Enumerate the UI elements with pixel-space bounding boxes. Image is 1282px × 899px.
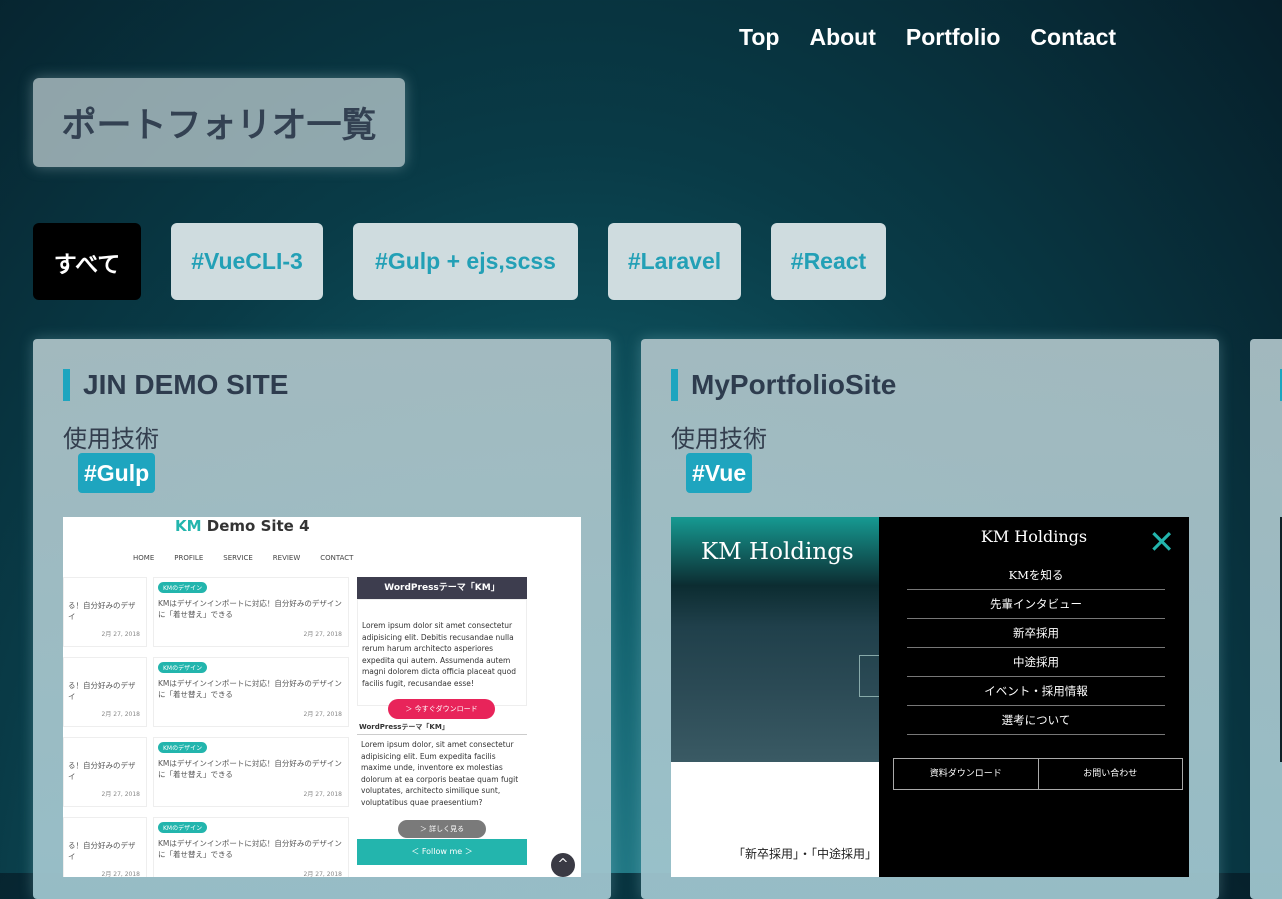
preview-post-card: KMのデザイン KMはデザインインポートに対応！自分好みのデザインに「着せ替え」で… xyxy=(153,577,349,647)
preview-post-card: る！自分好みのデザイ 2月 27, 2018 xyxy=(63,737,147,807)
global-nav: Top About Portfolio Contact xyxy=(739,24,1116,51)
tech-tag[interactable]: #Vue xyxy=(686,453,753,493)
preview-post-text: KMはデザインインポートに対応！自分好みのデザインに「着せ替え」できる xyxy=(158,759,342,779)
portfolio-card-jin[interactable]: JIN DEMO SITE 使用技術 #Gulp KM Demo Site 4 … xyxy=(33,339,611,899)
preview-contact-button: お問い合わせ xyxy=(1037,759,1183,789)
preview-lorem: Lorem ipsum dolor sit amet consectetur a… xyxy=(357,599,527,706)
filter-react-button[interactable]: #React xyxy=(771,223,886,300)
filter-vuecli-button[interactable]: #VueCLI-3 xyxy=(171,223,323,300)
preview-drawer-item: 選考について xyxy=(907,706,1165,735)
preview-hero-frame xyxy=(859,655,880,697)
portfolio-card-partial[interactable] xyxy=(1250,339,1282,899)
page-title: ポートフォリオ一覧 xyxy=(61,106,377,146)
preview-more-button: ＞ 詳しく見る xyxy=(398,820,486,838)
site-preview-image[interactable]: KM Holdings 「新卒採用」・「中途採用」 KM Holdings ✕ … xyxy=(671,517,1189,877)
tech-label: 使用技術 xyxy=(671,425,767,453)
preview-drawer-item: 先輩インタビュー xyxy=(907,590,1165,619)
page-title-box: ポートフォリオ一覧 xyxy=(33,78,405,167)
preview-post-date: 2月 27, 2018 xyxy=(101,791,140,798)
preview-download-button: ＞ 今すぐダウンロード xyxy=(388,699,495,719)
nav-about-link[interactable]: About xyxy=(809,24,875,51)
preview-drawer-title: KM Holdings xyxy=(980,527,1088,546)
card-title: MyPortfolioSite xyxy=(671,369,896,401)
preview-post-text: る！自分好みのデザイ xyxy=(68,681,136,701)
preview-post-date: 2月 27, 2018 xyxy=(101,871,140,877)
preview-hero: KM Holdings xyxy=(671,517,880,762)
preview-post-card: KMのデザイン KMはデザインインポートに対応！自分好みのデザインに「着せ替え」で… xyxy=(153,817,349,877)
preview-menu-item: CONTACT xyxy=(320,554,354,562)
preview-post-text: る！自分好みのデザイ xyxy=(68,761,136,781)
preview-sidebar: WordPressテーマ「KM」 Lorem ipsum dolor sit a… xyxy=(357,577,527,812)
preview-follow-button: ＜ Follow me ＞ xyxy=(357,839,527,865)
preview-menu: HOME PROFILE SERVICE REVIEW CONTACT xyxy=(133,554,353,562)
preview-drawer-item: 新卒採用 xyxy=(907,619,1165,648)
preview-drawer-menu: KM Holdings ✕ KMを知る 先輩インタビュー 新卒採用 中途採用 イ… xyxy=(879,517,1189,877)
close-icon: ✕ xyxy=(1148,523,1175,561)
preview-brand: KM Holdings xyxy=(701,539,854,565)
preview-menu-item: SERVICE xyxy=(223,554,253,562)
preview-lorem-2: Lorem ipsum dolor, sit amet consectetur … xyxy=(361,740,519,807)
filter-all-button[interactable]: すべて xyxy=(33,223,141,300)
preview-post-text: KMはデザインインポートに対応！自分好みのデザインに「着せ替え」できる xyxy=(158,679,342,699)
preview-menu-item: HOME xyxy=(133,554,155,562)
preview-post-card: る！自分好みのデザイ 2月 27, 2018 xyxy=(63,577,147,647)
preview-logo: KM Demo Site 4 xyxy=(175,517,310,535)
preview-post-date: 2月 27, 2018 xyxy=(303,871,342,877)
preview-post-date: 2月 27, 2018 xyxy=(303,791,342,798)
preview-post-text: る！自分好みのデザイ xyxy=(68,601,136,621)
preview-post-badge: KMのデザイン xyxy=(158,662,208,673)
preview-scroll-top-icon: ^ xyxy=(551,853,575,877)
nav-portfolio-link[interactable]: Portfolio xyxy=(906,24,1001,51)
tech-label: 使用技術 xyxy=(63,425,159,453)
preview-post-card: KMのデザイン KMはデザインインポートに対応！自分好みのデザインに「着せ替え」で… xyxy=(153,657,349,727)
nav-contact-link[interactable]: Contact xyxy=(1030,24,1116,51)
preview-post-date: 2月 27, 2018 xyxy=(303,631,342,638)
preview-post-date: 2月 27, 2018 xyxy=(101,711,140,718)
preview-download-button: 資料ダウンロード xyxy=(929,769,1002,779)
preview-drawer-item: KMを知る xyxy=(907,561,1165,590)
preview-post-date: 2月 27, 2018 xyxy=(303,711,342,718)
preview-drawer-item: 中途採用 xyxy=(907,648,1165,677)
preview-drawer-item: イベント・採用情報 xyxy=(907,677,1165,706)
preview-post-badge: KMのデザイン xyxy=(158,742,208,753)
preview-post-card: る！自分好みのデザイ 2月 27, 2018 xyxy=(63,817,147,877)
preview-post-badge: KMのデザイン xyxy=(158,582,208,593)
filter-bar: すべて #VueCLI-3 #Gulp + ejs,scss #Laravel … xyxy=(33,223,886,300)
preview-post-text: る！自分好みのデザイ xyxy=(68,841,136,861)
preview-drawer-list: KMを知る 先輩インタビュー 新卒採用 中途採用 イベント・採用情報 選考につい… xyxy=(907,561,1165,735)
preview-menu-item: REVIEW xyxy=(272,554,301,562)
preview-post-date: 2月 27, 2018 xyxy=(101,631,140,638)
filter-gulp-button[interactable]: #Gulp + ejs,scss xyxy=(353,223,578,300)
preview-post-card: KMのデザイン KMはデザインインポートに対応！自分好みのデザインに「着せ替え」で… xyxy=(153,737,349,807)
portfolio-card-myportfolio[interactable]: MyPortfolioSite 使用技術 #Vue KM Holdings 「新… xyxy=(641,339,1219,899)
preview-post-text: KMはデザインインポートに対応！自分好みのデザインに「着せ替え」できる xyxy=(158,839,342,859)
preview-side-head: WordPressテーマ「KM」 xyxy=(357,577,527,599)
tech-tag[interactable]: #Gulp xyxy=(78,453,156,493)
preview-side-head-2: WordPressテーマ「KM」 xyxy=(357,720,527,735)
preview-post-text: KMはデザインインポートに対応！自分好みのデザインに「着せ替え」できる xyxy=(158,599,342,619)
preview-post-card: る！自分好みのデザイ 2月 27, 2018 xyxy=(63,657,147,727)
preview-recruit-text: 「新卒採用」・「中途採用」 xyxy=(733,847,878,861)
nav-top-link[interactable]: Top xyxy=(739,24,779,51)
site-preview-image[interactable]: KM Demo Site 4 HOME PROFILE SERVICE REVI… xyxy=(63,517,581,877)
preview-menu-item: PROFILE xyxy=(174,554,204,562)
preview-drawer-buttons: 資料ダウンロード お問い合わせ xyxy=(893,758,1183,790)
card-title: JIN DEMO SITE xyxy=(63,369,288,401)
filter-laravel-button[interactable]: #Laravel xyxy=(608,223,741,300)
preview-post-badge: KMのデザイン xyxy=(158,822,208,833)
